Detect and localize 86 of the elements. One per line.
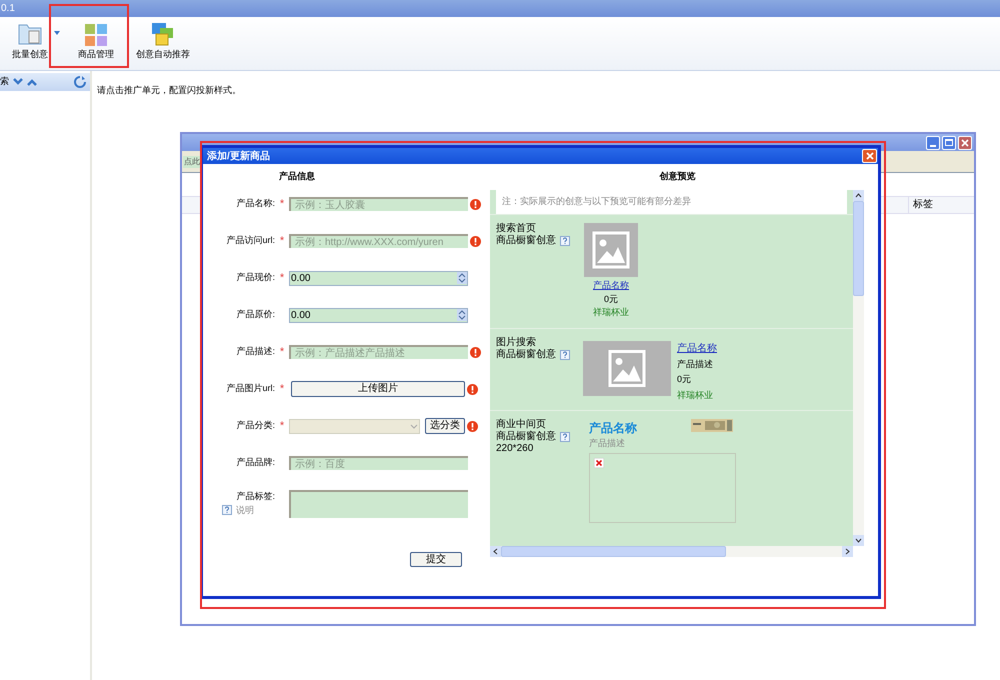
shop-name: 祥瑞杯业 [677, 388, 714, 402]
error-icon [470, 198, 481, 210]
windows-icon [151, 22, 175, 46]
help-icon[interactable] [222, 505, 232, 516]
product-description: 产品描述 [677, 358, 714, 370]
toolbar-button[interactable]: 创意自动推荐 [132, 22, 194, 61]
required-mark: * [280, 234, 284, 249]
field-label: 产品访问url: [226, 234, 275, 248]
help-icon[interactable] [560, 350, 570, 360]
field-label: 产品原价: [236, 308, 275, 322]
help-icon[interactable] [560, 432, 570, 442]
field-label: 产品分类: [236, 419, 275, 432]
section-title: 图片搜索 [496, 336, 536, 348]
scroll-up-icon[interactable] [853, 190, 864, 201]
minimize-button[interactable] [926, 136, 940, 150]
field-label: 产品标签: [236, 490, 275, 503]
grid-icon [85, 24, 107, 46]
product-price: 0元 [604, 292, 618, 306]
shop-name: 祥瑞杯业 [593, 306, 629, 319]
instruction-text: 请点击推广单元，配置闪投新样式。 [97, 85, 241, 95]
toolbar-button[interactable]: 商品管理 [74, 24, 118, 61]
error-icon [470, 236, 481, 246]
section-title: 商品橱窗创意 [496, 348, 556, 360]
scroll-down-icon[interactable] [853, 535, 864, 546]
dialog-title: 添加/更新商品 [207, 149, 270, 164]
window-toolbar-text: 点此 [183, 156, 201, 168]
close-button[interactable] [862, 149, 877, 163]
required-mark: * [280, 196, 284, 212]
close-button[interactable] [958, 136, 972, 150]
required-mark: * [280, 270, 284, 286]
number-field[interactable]: 0.00 [289, 270, 468, 286]
chevron-down-icon[interactable] [13, 78, 23, 86]
required-mark: * [280, 418, 284, 434]
error-icon [470, 346, 481, 358]
text-field[interactable]: 示例：http://www.XXX.com/yuren [289, 234, 468, 248]
field-label: 产品现价: [236, 271, 275, 284]
field-label: 产品名称: [236, 197, 275, 210]
product-price: 0元 [677, 373, 692, 386]
maximize-button[interactable] [942, 136, 956, 150]
scroll-right-icon[interactable] [842, 546, 853, 557]
close-icon [866, 152, 874, 160]
field-label: 产品描述: [236, 345, 275, 358]
upload-button[interactable]: 上传图片 [291, 381, 465, 397]
form-heading: 产品信息 [279, 170, 315, 184]
app-title: 0.1 [1, 2, 15, 16]
preview-heading: 创意预览 [660, 170, 696, 184]
help-icon[interactable] [560, 236, 570, 246]
image-placeholder-icon [584, 223, 638, 277]
vertical-scrollbar[interactable] [853, 190, 864, 546]
product-link[interactable]: 产品名称 [677, 340, 717, 356]
required-mark: * [280, 344, 284, 360]
close-icon [961, 138, 969, 146]
number-field[interactable]: 0.00 [289, 308, 468, 322]
image-placeholder-icon [583, 340, 671, 396]
column-header[interactable]: 标签 [908, 197, 974, 213]
tags-field[interactable] [289, 490, 468, 518]
field-label: 产品图片url: [226, 382, 275, 396]
submit-button[interactable]: 提交 [410, 552, 462, 567]
field-label: 产品品牌: [236, 456, 275, 470]
choose-category-button[interactable]: 选分类 [425, 418, 465, 434]
section-title: 搜索首页 [496, 223, 536, 234]
scroll-left-icon[interactable] [490, 546, 501, 557]
preview-note: 注：实际展示的创意与以下预览可能有部分差异 [502, 195, 691, 208]
product-description: 产品描述 [589, 437, 626, 450]
section-title: 商品橱窗创意 [496, 235, 556, 247]
panel-header: 索 [0, 73, 90, 91]
error-icon [467, 420, 478, 432]
text-field[interactable]: 示例：玉人胶囊 [289, 197, 468, 211]
help-link[interactable]: 说明 [236, 504, 254, 517]
product-link[interactable]: 产品名称 [593, 279, 629, 292]
broken-image-icon [594, 458, 604, 468]
horizontal-scrollbar[interactable] [490, 546, 853, 557]
required-mark: * [280, 382, 284, 397]
dropdown-caret-icon[interactable] [54, 31, 60, 36]
section-title: 商品橱窗创意 [496, 431, 556, 443]
spinner-icon[interactable] [457, 309, 467, 321]
section-title: 220*260 [496, 443, 534, 455]
text-field[interactable]: 示例：百度 [289, 456, 468, 470]
toolbar-button[interactable]: 批量创意 [8, 20, 52, 61]
product-title: 产品名称 [589, 420, 637, 437]
text-field[interactable]: 示例：产品描述产品描述 [289, 345, 468, 359]
refresh-icon[interactable] [74, 76, 86, 88]
error-icon [467, 384, 478, 394]
chevron-up-icon[interactable] [27, 78, 37, 86]
spinner-icon[interactable] [457, 272, 467, 284]
section-title: 商业中间页 [496, 419, 546, 430]
